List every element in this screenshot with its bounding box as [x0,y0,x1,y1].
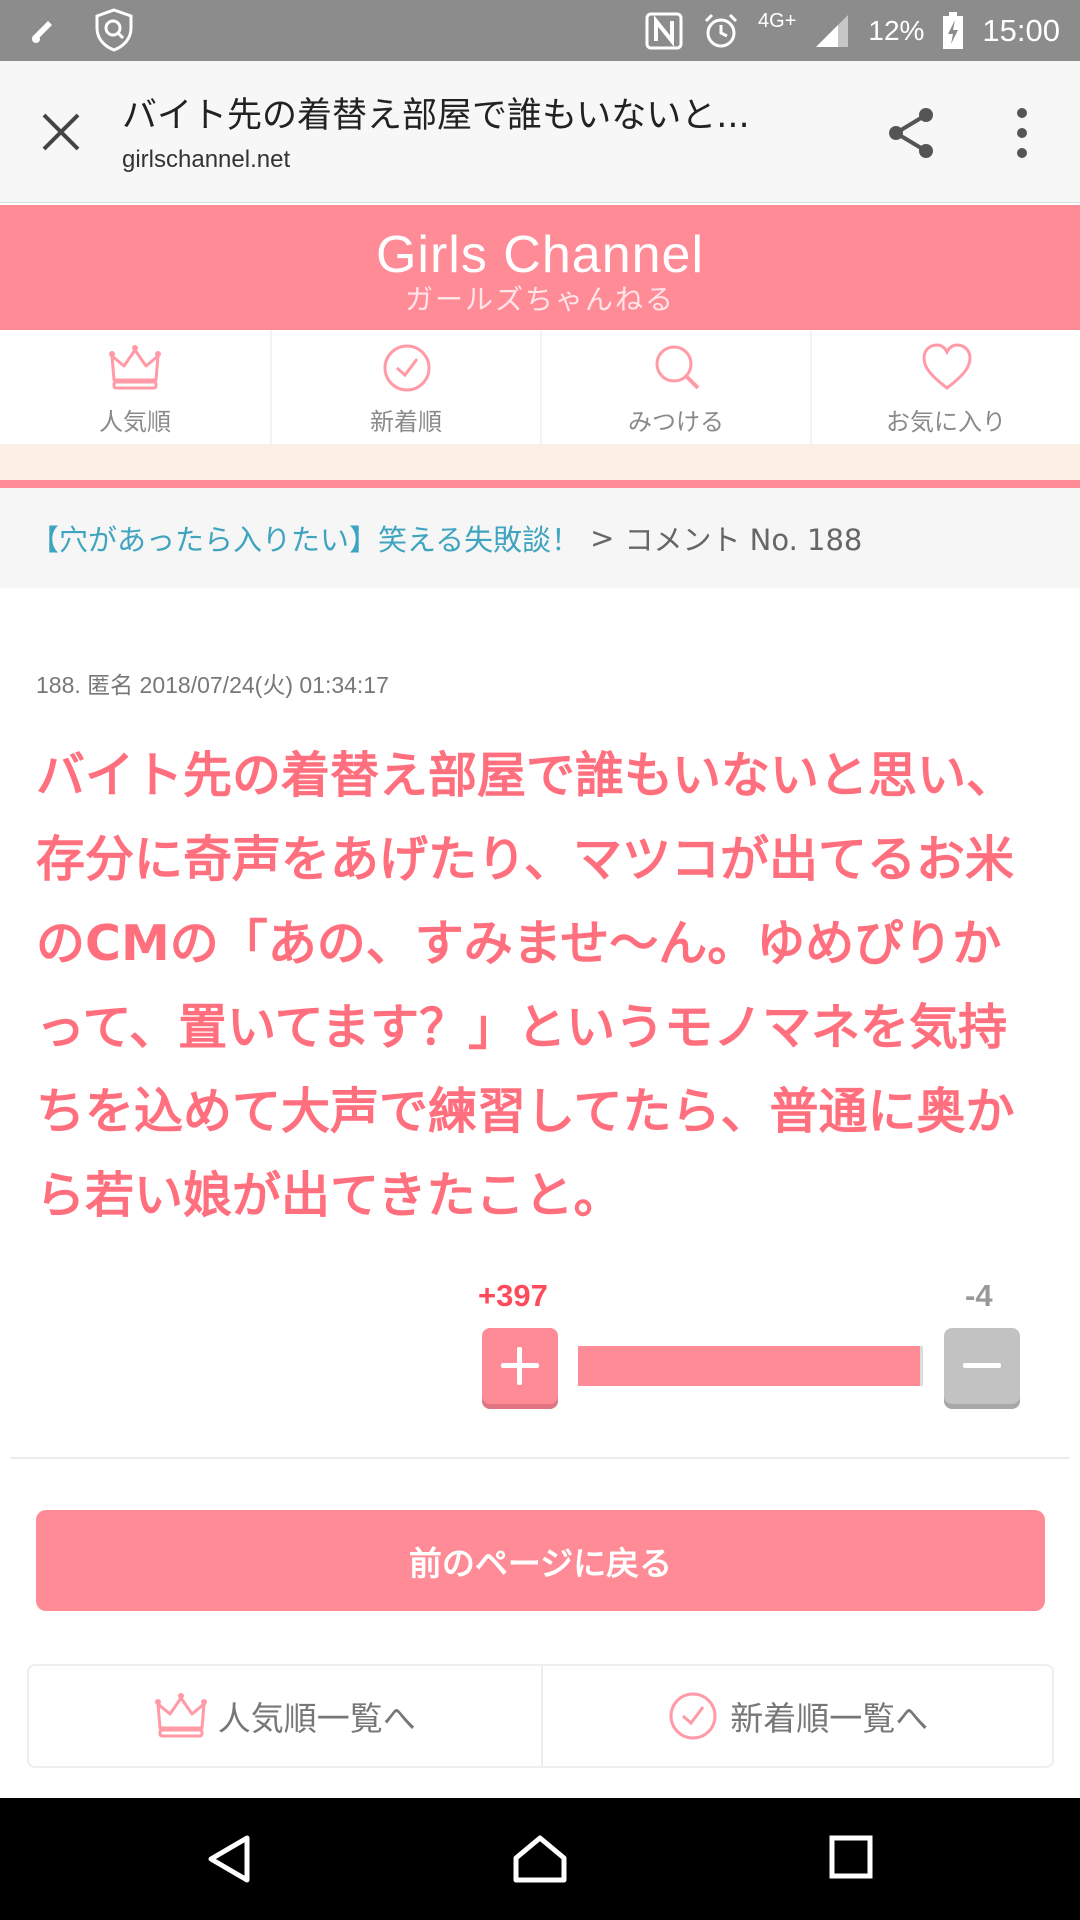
comment-body: バイト先の着替え部屋で誰もいないと思い、存分に奇声をあげたり、マツコが出てるお米… [36,747,1016,1224]
search-icon [655,345,700,390]
section-divider [10,1457,1070,1459]
plus-vote-count: +397 [478,1278,548,1313]
site-logo-subtitle: ガールズちゃんねる [404,283,675,316]
crown-icon [154,1693,207,1738]
breadcrumb-current: コメント No. 188 [624,523,863,557]
browser-toolbar: バイト先の着替え部屋で誰もいないと... girlschannel.net [0,61,1080,203]
shield-icon [95,8,133,52]
vote-ratio-fill [578,1346,920,1386]
battery-charging-icon [943,12,964,49]
plus-vote-button[interactable] [482,1328,558,1404]
clock-icon [669,1692,717,1740]
new-list-label: 新着順一覧へ [730,1699,929,1738]
nav-spacer [0,444,1080,480]
alarm-icon [704,13,738,48]
back-button[interactable]: 前のページに戻る [36,1510,1045,1611]
status-bar: 4G+ 12% 15:00 [0,0,1080,61]
page-title: バイト先の着替え部屋で誰もいないと... [122,96,750,136]
nav-favorites[interactable]: お気に入り [810,330,1080,444]
recents-icon[interactable] [828,1834,874,1880]
heart-icon [922,343,972,390]
nav-label: お気に入り [886,408,1006,436]
more-options-icon[interactable] [1005,105,1039,161]
vote-ratio-bar [578,1346,923,1386]
clock: 15:00 [982,13,1060,48]
nav-popular[interactable]: 人気順 [0,330,270,444]
minus-vote-button[interactable] [944,1328,1020,1404]
notification-icon [32,21,52,43]
battery-percent: 12% [868,15,925,46]
nfc-icon [645,12,683,50]
network-type: 4G+ [758,9,797,32]
nav-label: みつける [628,408,724,436]
clock-icon [383,344,431,392]
nav-label: 人気順 [99,408,171,436]
nav-label: 新着順 [370,408,442,436]
list-links: 人気順一覧へ 新着順一覧へ [27,1664,1054,1768]
breadcrumb-separator: > [590,521,615,555]
header-divider [0,480,1080,488]
crown-icon [109,345,161,390]
system-nav-bar [0,1798,1080,1920]
nav-search[interactable]: みつける [540,330,810,444]
share-icon[interactable] [884,105,940,161]
popular-list-label: 人気順一覧へ [217,1699,416,1738]
close-icon[interactable] [36,107,86,157]
home-icon[interactable] [512,1834,568,1884]
page-url: girlschannel.net [122,146,291,173]
site-nav: 人気順 新着順 みつける お気に入り [0,330,1080,444]
nav-new[interactable]: 新着順 [270,330,540,444]
breadcrumb-topic-link[interactable]: 【穴があったら入りたい】笑える失敗談！ [30,517,580,559]
back-icon[interactable] [205,1834,255,1884]
popular-list-link[interactable]: 人気順一覧へ [29,1666,541,1766]
signal-icon [816,15,849,47]
new-list-link[interactable]: 新着順一覧へ [540,1666,1053,1766]
site-header[interactable]: Girls Channel ガールズちゃんねる [0,205,1080,330]
minus-vote-count: -4 [965,1278,993,1313]
comment-meta: 188. 匿名 2018/07/24(火) 01:34:17 [36,672,389,698]
breadcrumb: 【穴があったら入りたい】笑える失敗談！ > コメント No. 188 [0,488,1080,588]
site-logo[interactable]: Girls Channel [0,225,1080,285]
